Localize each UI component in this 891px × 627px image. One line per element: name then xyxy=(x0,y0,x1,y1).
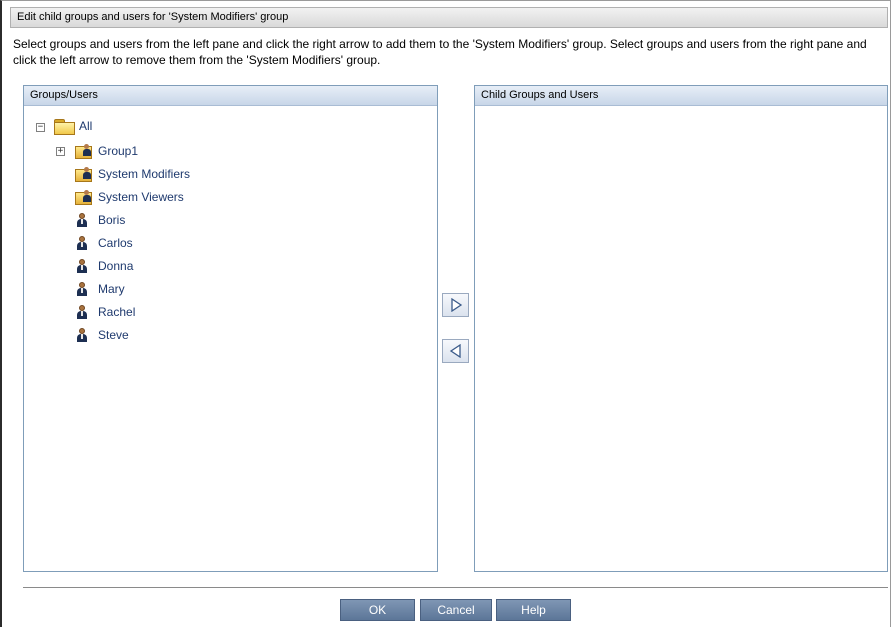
tree-node-user-donna[interactable]: Donna xyxy=(77,257,133,275)
folder-icon xyxy=(54,118,75,135)
tree-node-label: System Modifiers xyxy=(98,167,191,181)
user-icon xyxy=(77,213,87,227)
tree-node-user-rachel[interactable]: Rachel xyxy=(77,303,135,321)
child-groups-users-list[interactable] xyxy=(475,106,887,566)
tree-node-label: Donna xyxy=(98,259,134,273)
child-groups-users-pane: Child Groups and Users xyxy=(474,85,888,572)
tree-node-user-mary[interactable]: Mary xyxy=(77,280,125,298)
groups-users-pane-header: Groups/Users xyxy=(24,86,437,106)
ok-button[interactable]: OK xyxy=(340,599,415,621)
help-button[interactable]: Help xyxy=(496,599,571,621)
tree-node-label: Group1 xyxy=(98,144,139,158)
tree-node-label: Carlos xyxy=(98,236,133,250)
tree-node-user-steve[interactable]: Steve xyxy=(77,326,129,344)
tree-node-user-carlos[interactable]: Carlos xyxy=(77,234,133,252)
tree-node-group1[interactable]: Group1 xyxy=(75,142,138,160)
tree-node-label: Steve xyxy=(98,328,129,342)
edit-child-groups-dialog: Edit child groups and users for 'System … xyxy=(0,0,891,627)
left-arrow-icon xyxy=(449,344,461,358)
user-icon xyxy=(77,259,87,273)
user-icon xyxy=(77,236,87,250)
footer-separator xyxy=(23,587,888,588)
group-folder-icon xyxy=(75,167,92,182)
tree-node-label: All xyxy=(79,119,93,133)
instructions-text: Select groups and users from the left pa… xyxy=(13,37,867,67)
tree-node-system-viewers[interactable]: System Viewers xyxy=(75,188,184,206)
add-to-group-button[interactable] xyxy=(442,293,469,317)
group-folder-icon xyxy=(75,144,92,159)
tree-node-label: System Viewers xyxy=(98,190,184,204)
user-icon xyxy=(77,282,87,296)
tree-node-user-boris[interactable]: Boris xyxy=(77,211,125,229)
child-groups-users-pane-header: Child Groups and Users xyxy=(475,86,887,106)
group-folder-icon xyxy=(75,190,92,205)
tree-node-system-modifiers[interactable]: System Modifiers xyxy=(75,165,190,183)
tree-node-label: Rachel xyxy=(98,305,136,319)
expand-group1-toggle[interactable]: + xyxy=(56,147,65,156)
right-arrow-icon xyxy=(450,298,462,312)
tree-node-all[interactable]: All xyxy=(54,117,92,135)
dialog-title: Edit child groups and users for 'System … xyxy=(10,7,888,28)
cancel-button[interactable]: Cancel xyxy=(420,599,492,621)
groups-users-tree: − All + Group1 System Modifiers System V… xyxy=(24,106,437,566)
tree-node-label: Boris xyxy=(98,213,126,227)
user-icon xyxy=(77,305,87,319)
remove-from-group-button[interactable] xyxy=(442,339,469,363)
collapse-all-toggle[interactable]: − xyxy=(36,123,45,132)
tree-node-label: Mary xyxy=(98,282,125,296)
groups-users-pane: Groups/Users − All + Group1 System Modif… xyxy=(23,85,438,572)
user-icon xyxy=(77,328,87,342)
